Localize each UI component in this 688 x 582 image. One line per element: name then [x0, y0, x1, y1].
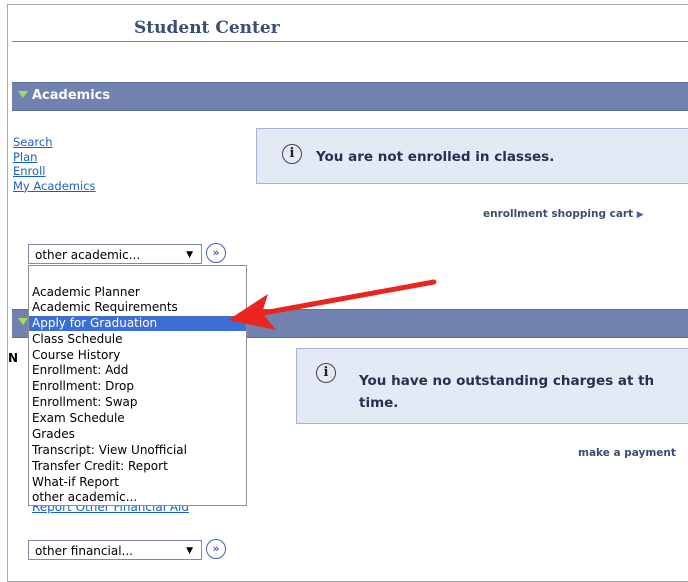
annotation-arrow-overlay [228, 279, 437, 330]
red-arrow-icon [228, 279, 437, 330]
